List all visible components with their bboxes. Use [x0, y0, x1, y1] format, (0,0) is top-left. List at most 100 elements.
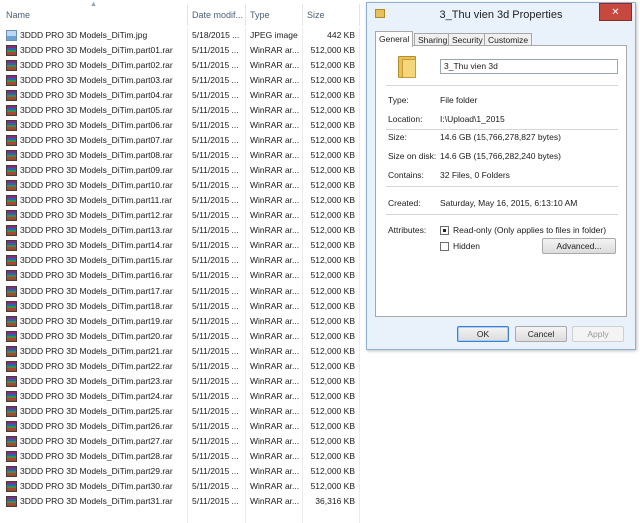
file-size: 512,000 KB — [310, 390, 355, 401]
file-type: WinRAR ar... — [250, 465, 300, 476]
file-size: 512,000 KB — [310, 480, 355, 491]
winrar-archive-icon — [6, 240, 17, 252]
column-divider[interactable] — [245, 4, 246, 26]
file-row[interactable]: 3DDD PRO 3D Models_DiTim.part26.rar 5/11/… — [0, 419, 640, 434]
file-type: WinRAR ar... — [250, 225, 300, 236]
divider — [386, 85, 618, 86]
readonly-checkbox[interactable] — [440, 226, 449, 235]
file-row[interactable]: 3DDD PRO 3D Models_DiTim.part23.rar 5/11/… — [0, 374, 640, 389]
hidden-checkbox[interactable] — [440, 242, 449, 251]
file-date-modified: 5/11/2015 ... — [192, 330, 239, 341]
file-size: 512,000 KB — [310, 165, 355, 176]
close-button[interactable]: ✕ — [599, 3, 632, 21]
file-date-modified: 5/11/2015 ... — [192, 435, 239, 446]
file-type: WinRAR ar... — [250, 420, 300, 431]
file-row[interactable]: 3DDD PRO 3D Models_DiTim.part25.rar 5/11/… — [0, 404, 640, 419]
file-date-modified: 5/11/2015 ... — [192, 165, 239, 176]
ok-button[interactable]: OK — [457, 326, 509, 342]
dialog-title: 3_Thu vien 3d Properties — [439, 9, 563, 21]
file-name: 3DDD PRO 3D Models_DiTim.part01.rar — [20, 45, 173, 56]
file-name: 3DDD PRO 3D Models_DiTim.part27.rar — [20, 435, 173, 446]
file-row[interactable]: 3DDD PRO 3D Models_DiTim.part22.rar 5/11/… — [0, 359, 640, 374]
column-date-modified[interactable]: Date modif... — [192, 0, 243, 28]
apply-button[interactable]: Apply — [572, 326, 624, 342]
winrar-archive-icon — [6, 150, 17, 162]
tab-general[interactable]: General — [375, 31, 414, 47]
file-size: 512,000 KB — [310, 315, 355, 326]
file-size: 512,000 KB — [310, 405, 355, 416]
file-type: WinRAR ar... — [250, 285, 300, 296]
winrar-archive-icon — [6, 165, 17, 177]
column-name[interactable]: Name — [6, 0, 30, 28]
file-name: 3DDD PRO 3D Models_DiTim.part05.rar — [20, 105, 173, 116]
file-name: 3DDD PRO 3D Models_DiTim.part22.rar — [20, 360, 173, 371]
file-row[interactable]: 3DDD PRO 3D Models_DiTim.part30.rar 5/11/… — [0, 479, 640, 494]
file-date-modified: 5/11/2015 ... — [192, 105, 239, 116]
file-type: WinRAR ar... — [250, 45, 300, 56]
hidden-label[interactable]: Hidden — [453, 241, 480, 251]
created-label: Created: — [388, 198, 421, 208]
column-size[interactable]: Size — [307, 0, 325, 28]
file-size: 512,000 KB — [310, 195, 355, 206]
file-size: 512,000 KB — [310, 240, 355, 251]
cancel-button[interactable]: Cancel — [515, 326, 567, 342]
file-date-modified: 5/11/2015 ... — [192, 75, 239, 86]
file-size: 512,000 KB — [310, 120, 355, 131]
readonly-label[interactable]: Read-only (Only applies to files in fold… — [453, 225, 606, 235]
file-size: 512,000 KB — [310, 360, 355, 371]
size-on-disk-value: 14.6 GB (15,766,282,240 bytes) — [440, 151, 561, 161]
winrar-archive-icon — [6, 405, 17, 417]
file-row[interactable]: 3DDD PRO 3D Models_DiTim.part27.rar 5/11/… — [0, 434, 640, 449]
file-name: 3DDD PRO 3D Models_DiTim.part02.rar — [20, 60, 173, 71]
file-row[interactable]: 3DDD PRO 3D Models_DiTim.part24.rar 5/11/… — [0, 389, 640, 404]
file-size: 512,000 KB — [310, 375, 355, 386]
column-divider[interactable] — [359, 4, 360, 26]
file-name: 3DDD PRO 3D Models_DiTim.part30.rar — [20, 480, 173, 491]
file-size: 512,000 KB — [310, 105, 355, 116]
location-label: Location: — [388, 114, 423, 124]
file-name: 3DDD PRO 3D Models_DiTim.part15.rar — [20, 255, 173, 266]
file-row[interactable]: 3DDD PRO 3D Models_DiTim.part28.rar 5/11/… — [0, 449, 640, 464]
file-date-modified: 5/11/2015 ... — [192, 465, 239, 476]
file-date-modified: 5/11/2015 ... — [192, 375, 239, 386]
winrar-archive-icon — [6, 210, 17, 222]
file-size: 512,000 KB — [310, 270, 355, 281]
file-size: 512,000 KB — [310, 285, 355, 296]
column-divider[interactable] — [302, 4, 303, 26]
file-type: WinRAR ar... — [250, 270, 300, 281]
file-date-modified: 5/11/2015 ... — [192, 270, 239, 281]
advanced-button[interactable]: Advanced... — [542, 238, 616, 254]
folder-name-input[interactable]: 3_Thu vien 3d — [440, 59, 618, 74]
file-type: WinRAR ar... — [250, 195, 300, 206]
file-name: 3DDD PRO 3D Models_DiTim.part25.rar — [20, 405, 173, 416]
location-value: I:\Upload\1_2015 — [440, 114, 505, 124]
winrar-archive-icon — [6, 480, 17, 492]
winrar-archive-icon — [6, 60, 17, 72]
file-name: 3DDD PRO 3D Models_DiTim.part13.rar — [20, 225, 173, 236]
winrar-archive-icon — [6, 45, 17, 57]
file-date-modified: 5/11/2015 ... — [192, 120, 239, 131]
file-date-modified: 5/11/2015 ... — [192, 150, 239, 161]
divider — [386, 186, 618, 187]
column-divider[interactable] — [187, 4, 188, 26]
file-name: 3DDD PRO 3D Models_DiTim.part03.rar — [20, 75, 173, 86]
size-label: Size: — [388, 132, 407, 142]
dialog-title-bar[interactable]: 3_Thu vien 3d Properties ✕ — [367, 3, 635, 27]
file-type: WinRAR ar... — [250, 240, 300, 251]
attributes-label: Attributes: — [388, 225, 427, 235]
file-type: WinRAR ar... — [250, 360, 300, 371]
file-name: 3DDD PRO 3D Models_DiTim.part29.rar — [20, 465, 173, 476]
type-label: Type: — [388, 95, 409, 105]
file-row[interactable]: 3DDD PRO 3D Models_DiTim.part31.rar 5/11/… — [0, 494, 640, 509]
file-name: 3DDD PRO 3D Models_DiTim.part04.rar — [20, 90, 173, 101]
file-size: 512,000 KB — [310, 450, 355, 461]
file-date-modified: 5/11/2015 ... — [192, 255, 239, 266]
file-row[interactable]: 3DDD PRO 3D Models_DiTim.part29.rar 5/11/… — [0, 464, 640, 479]
file-size: 512,000 KB — [310, 255, 355, 266]
winrar-archive-icon — [6, 465, 17, 477]
column-type[interactable]: Type — [250, 0, 270, 28]
file-name: 3DDD PRO 3D Models_DiTim.part17.rar — [20, 285, 173, 296]
file-type: WinRAR ar... — [250, 135, 300, 146]
file-size: 512,000 KB — [310, 135, 355, 146]
file-type: WinRAR ar... — [250, 435, 300, 446]
